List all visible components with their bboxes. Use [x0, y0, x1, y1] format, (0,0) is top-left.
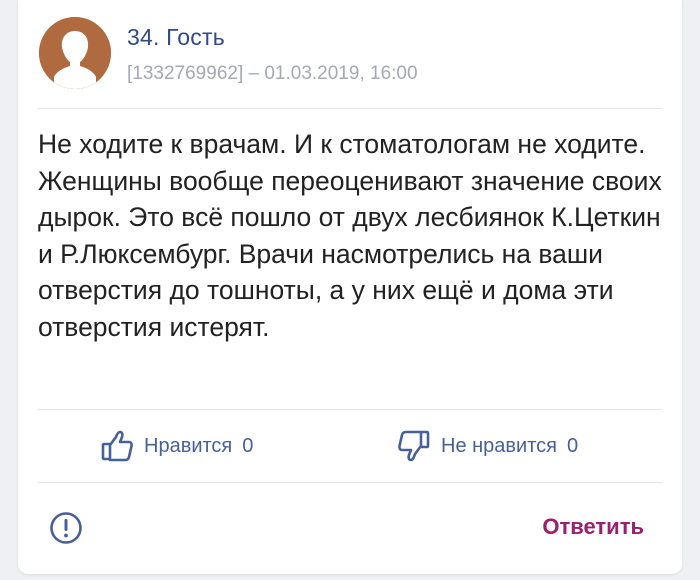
divider — [38, 409, 662, 410]
author-name[interactable]: 34. Гость — [127, 24, 225, 51]
exclamation-circle-icon — [50, 512, 82, 544]
person-silhouette-icon — [39, 17, 111, 89]
comment-card: 34. Гость [1332769962] – 01.03.2019, 16:… — [18, 0, 682, 574]
dislike-button[interactable]: Не нравится 0 — [397, 428, 578, 464]
post-meta: [1332769962] – 01.03.2019, 16:00 — [127, 63, 418, 84]
comment-text: Не ходите к врачам. И к стоматологам не … — [38, 129, 662, 342]
dislike-label: Не нравится — [441, 434, 557, 457]
report-button[interactable] — [49, 511, 83, 545]
divider — [38, 108, 662, 109]
like-button[interactable]: Нравится 0 — [100, 428, 253, 464]
thumbs-down-icon — [398, 430, 430, 462]
reply-button[interactable]: Ответить — [542, 514, 644, 540]
divider — [38, 482, 662, 483]
avatar[interactable] — [39, 17, 111, 89]
dislike-count: 0 — [566, 434, 579, 457]
like-count: 0 — [242, 434, 254, 457]
like-label: Нравится — [144, 434, 233, 457]
thumbs-up-icon — [101, 430, 133, 462]
